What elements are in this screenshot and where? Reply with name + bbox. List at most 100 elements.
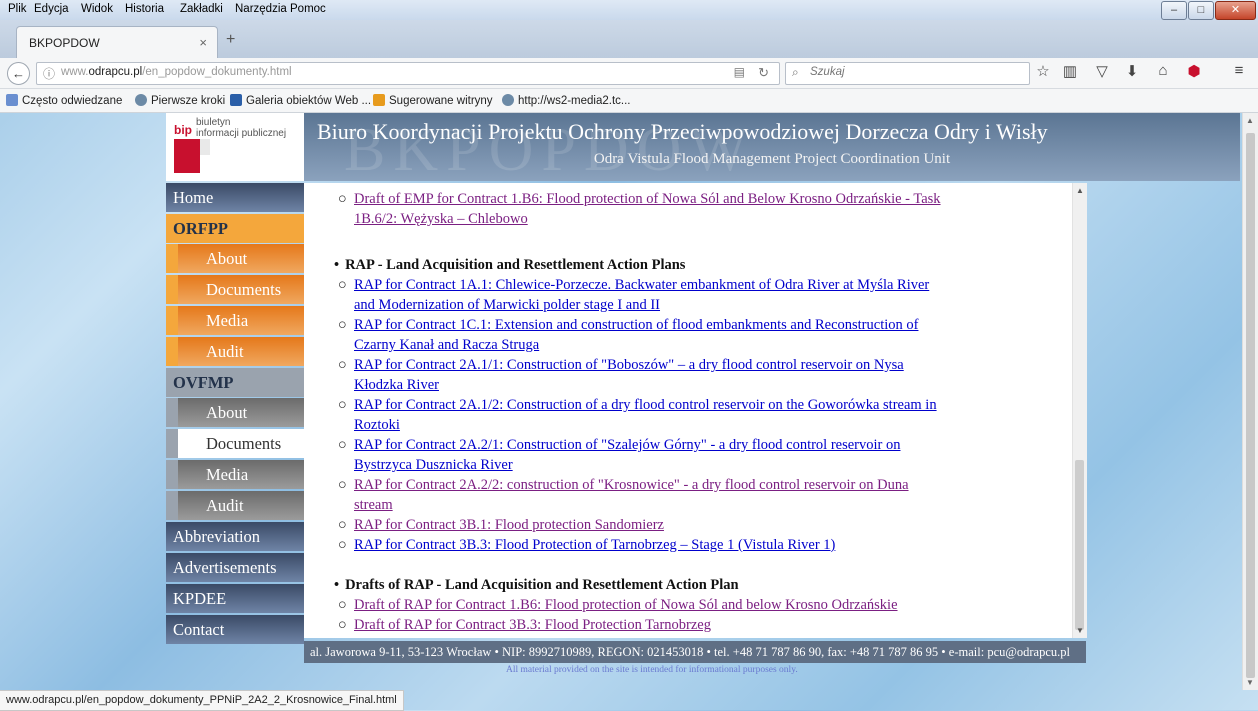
nav-home[interactable]: Home [166, 183, 304, 212]
bookmark-sugerowane[interactable]: Sugerowane witryny [373, 94, 493, 107]
nav-abbreviation[interactable]: Abbreviation [166, 522, 304, 551]
section-heading-drafts: • Drafts of RAP - Land Acquisition and Re… [334, 577, 739, 593]
pocket-icon[interactable]: ▽ [1092, 62, 1112, 80]
panel-scrollbar[interactable]: ▲ ▼ [1072, 183, 1087, 638]
list-item: ○ RAP for Contract 3B.3: Flood Protectio… [338, 535, 836, 555]
bip-flag-icon [174, 139, 200, 173]
nav-ovfmp[interactable]: OVFMP [166, 368, 304, 397]
site-title: Biuro Koordynacji Projektu Ochrony Przec… [317, 119, 1048, 144]
tab-bkpopdow[interactable]: BKPOPDOW × [16, 26, 218, 59]
scroll-down-arrow-icon[interactable]: ▼ [1076, 626, 1084, 635]
link-rap-2a2-2[interactable]: RAP for Contract 2A.2/2: construction of… [354, 475, 909, 515]
bip-mark: bip [174, 123, 192, 137]
bookmark-star-icon[interactable]: ☆ [1033, 62, 1053, 80]
maximize-button[interactable]: □ [1188, 1, 1214, 20]
search-icon: ⌕ [792, 65, 799, 79]
page-scrollbar[interactable]: ▲ ▼ [1242, 113, 1258, 690]
reload-icon[interactable]: ↻ [758, 65, 769, 81]
nav-orfpp[interactable]: ORFPP [166, 214, 304, 243]
nav-advertisements[interactable]: Advertisements [166, 553, 304, 582]
link-rap-2a1-1[interactable]: RAP for Contract 2A.1/1: Construction of… [354, 355, 904, 395]
nav-contact[interactable]: Contact [166, 615, 304, 644]
link-rap-1c1[interactable]: RAP for Contract 1C.1: Extension and con… [354, 315, 918, 355]
list-item: ○ RAP for Contract 3B.1: Flood protectio… [338, 515, 664, 535]
download-icon[interactable]: ⬇ [1122, 62, 1142, 80]
navigation-bar: ← ⓘ www.odrapcu.pl/en_popdow_dokumenty.h… [0, 58, 1258, 89]
menu-view[interactable]: Widok [81, 3, 113, 15]
bip-logo[interactable]: bip biuletyn informacji publicznej [166, 113, 304, 181]
bip-flag-white [200, 139, 210, 155]
nav-ovfmp-documents[interactable]: Documents [166, 429, 304, 458]
bip-text: biuletyn informacji publicznej [196, 117, 287, 139]
web-slice-icon [230, 94, 242, 106]
link-draft-emp-1b6[interactable]: Draft of EMP for Contract 1.B6: Flood pr… [354, 189, 941, 229]
nav-orfpp-documents[interactable]: Documents [166, 275, 304, 304]
list-item: ○ RAP for Contract 1A.1: Chlewice-Porzec… [338, 275, 930, 315]
address-text: www.odrapcu.pl/en_popdow_dokumenty.html [61, 66, 292, 78]
nav-ovfmp-about[interactable]: About [166, 398, 304, 427]
bookmark-galeria[interactable]: Galeria obiektów Web ... [230, 94, 371, 107]
new-tab-icon[interactable]: + [226, 31, 235, 49]
link-rap-2a2-1[interactable]: RAP for Contract 2A.2/1: Construction of… [354, 435, 901, 475]
document-list: ○ Draft of EMP for Contract 1.B6: Flood … [304, 183, 1072, 638]
tab-title: BKPOPDOW [29, 36, 100, 50]
link-draft-rap-1b6[interactable]: Draft of RAP for Contract 1.B6: Flood pr… [354, 595, 898, 615]
page-scroll-up-icon[interactable]: ▲ [1246, 116, 1254, 125]
site-footer: al. Jaworowa 9-11, 53-123 Wrocław • NIP:… [304, 641, 1086, 663]
page-scroll-down-icon[interactable]: ▼ [1246, 678, 1254, 687]
home-icon[interactable]: ⌂ [1153, 62, 1173, 79]
section-heading-rap: • RAP - Land Acquisition and Resettlement… [334, 257, 686, 273]
list-item: ○ RAP for Contract 2A.2/2: construction … [338, 475, 909, 515]
menu-help[interactable]: Pomoc [290, 3, 326, 15]
status-bar: www.odrapcu.pl/en_popdow_dokumenty_PPNiP… [0, 690, 1258, 711]
panel-scrollbar-thumb[interactable] [1075, 460, 1084, 630]
nav-orfpp-media[interactable]: Media [166, 306, 304, 335]
close-window-button[interactable]: ✕ [1215, 1, 1256, 20]
menu-bar: Plik Edycja Widok Historia Zakładki Narz… [0, 0, 1258, 20]
list-item: ○ Draft of EMP for Contract 1.B6: Flood … [338, 189, 941, 229]
list-item: ○ RAP for Contract 2A.1/1: Construction … [338, 355, 904, 395]
menu-file[interactable]: Plik [8, 3, 27, 15]
menu-history[interactable]: Historia [125, 3, 164, 15]
nav-ovfmp-audit[interactable]: Audit [166, 491, 304, 520]
address-bar[interactable]: ⓘ www.odrapcu.pl/en_popdow_dokumenty.htm… [36, 62, 780, 85]
status-url: www.odrapcu.pl/en_popdow_dokumenty_PPNiP… [0, 690, 404, 711]
scroll-up-arrow-icon[interactable]: ▲ [1076, 186, 1084, 195]
back-button[interactable]: ← [7, 62, 30, 85]
link-rap-3b3[interactable]: RAP for Contract 3B.3: Flood Protection … [354, 535, 835, 555]
bookmarks-menu-icon[interactable]: ▥ [1060, 62, 1080, 80]
globe-icon [135, 94, 147, 106]
reader-view-icon[interactable]: ▤ [734, 65, 745, 79]
minimize-button[interactable]: – [1161, 1, 1187, 20]
hamburger-menu-icon[interactable]: ≡ [1229, 62, 1249, 79]
site-banner: BKPOPDOW Biuro Koordynacji Projektu Ochr… [304, 113, 1240, 184]
site-subtitle: Odra Vistula Flood Management Project Co… [593, 151, 951, 167]
nav-orfpp-audit[interactable]: Audit [166, 337, 304, 366]
link-rap-1a1[interactable]: RAP for Contract 1A.1: Chlewice-Porzecze… [354, 275, 929, 315]
menu-tools[interactable]: Narzędzia [235, 3, 287, 15]
list-item: ○ Draft of RAP for Contract 1.B6: Flood … [338, 595, 898, 615]
link-draft-rap-3b3[interactable]: Draft of RAP for Contract 3B.3: Flood Pr… [354, 615, 711, 635]
search-box[interactable]: ⌕ [785, 62, 1030, 85]
info-icon[interactable]: ⓘ [43, 65, 55, 82]
list-item: ○ Draft of RAP for Contract 3B.3: Flood … [338, 615, 711, 635]
folder-icon [6, 94, 18, 106]
nav-ovfmp-media[interactable]: Media [166, 460, 304, 489]
list-item: ○ RAP for Contract 1C.1: Extension and c… [338, 315, 919, 355]
link-rap-3b1[interactable]: RAP for Contract 3B.1: Flood protection … [354, 515, 664, 535]
link-rap-2a1-2[interactable]: RAP for Contract 2A.1/2: Construction of… [354, 395, 937, 435]
bookmark-ws2-media2[interactable]: http://ws2-media2.tc... [502, 94, 631, 107]
nav-orfpp-about[interactable]: About [166, 244, 304, 273]
search-input[interactable] [808, 65, 1022, 79]
ublock-icon[interactable]: ⬢ [1184, 62, 1204, 80]
bookmark-czesto-odwiedzane[interactable]: Często odwiedzane [6, 94, 122, 107]
page-scrollbar-thumb[interactable] [1246, 133, 1255, 678]
tab-strip: BKPOPDOW × + [0, 20, 1258, 59]
bookmark-pierwsze-kroki[interactable]: Pierwsze kroki [135, 94, 225, 107]
menu-bookmarks[interactable]: Zakładki [180, 3, 223, 15]
bookmarks-toolbar: Często odwiedzane Pierwsze kroki Galeria… [0, 89, 1258, 113]
close-tab-icon[interactable]: × [199, 35, 207, 50]
footer-note: All material provided on the site is int… [506, 665, 798, 675]
nav-kpdee[interactable]: KPDEE [166, 584, 304, 613]
menu-edit[interactable]: Edycja [34, 3, 69, 15]
